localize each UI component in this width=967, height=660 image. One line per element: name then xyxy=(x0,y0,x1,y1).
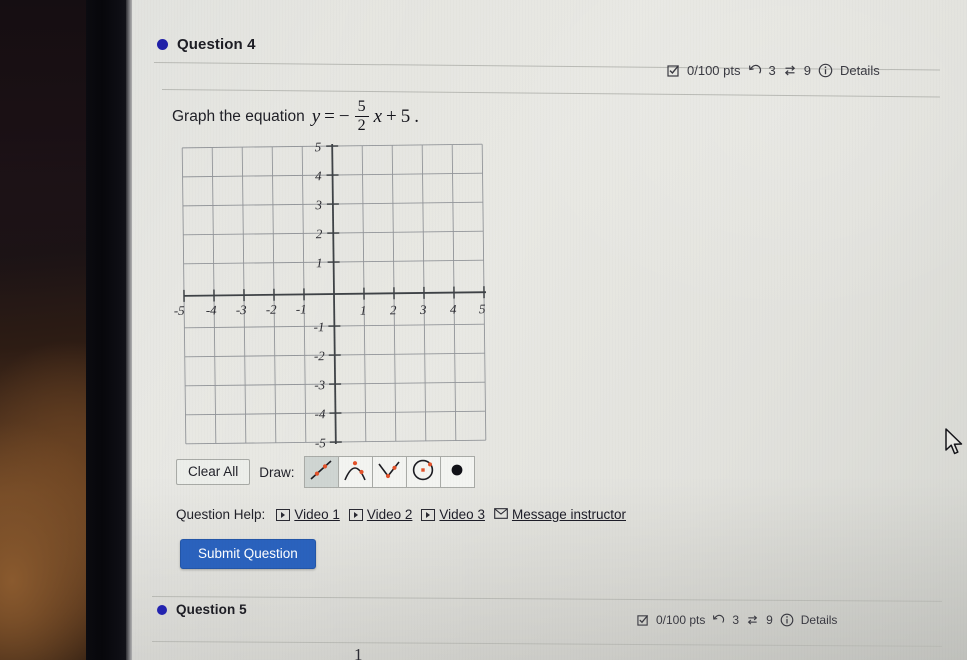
svg-text:-2: -2 xyxy=(266,302,278,317)
fraction-numerator: 5 xyxy=(357,98,366,115)
question-help-label: Question Help: xyxy=(176,507,266,522)
question-status-bullet-icon xyxy=(157,39,168,50)
question-4-stats: 0/100 pts 3 9 Details xyxy=(667,63,880,78)
svg-text:2: 2 xyxy=(316,226,323,241)
divider-below-question-5 xyxy=(151,641,942,647)
play-video-icon xyxy=(348,508,363,521)
question-5-stats: 0/100 pts 3 9 Details xyxy=(637,613,837,627)
svg-text:-4: -4 xyxy=(206,302,218,317)
svg-text:5: 5 xyxy=(315,139,322,154)
svg-text:1: 1 xyxy=(360,303,367,318)
prompt-text: Graph the equation xyxy=(172,107,305,125)
draw-tool-group xyxy=(303,456,475,488)
message-instructor-link[interactable]: Message instructor xyxy=(494,507,626,522)
question-5-header: Question 5 xyxy=(157,602,247,617)
clear-all-button[interactable]: Clear All xyxy=(176,459,251,485)
svg-text:-5: -5 xyxy=(315,435,327,450)
svg-text:4: 4 xyxy=(315,168,322,183)
question-prompt: Graph the equation y = − 5 2 x + 5 . xyxy=(172,99,419,134)
video-1-link[interactable]: Video 1 xyxy=(276,507,340,522)
question-4-retries: 9 xyxy=(803,63,811,78)
equation-fraction: 5 2 xyxy=(354,98,369,135)
question-5-details-link[interactable]: Details xyxy=(801,613,838,627)
svg-text:-3: -3 xyxy=(236,302,248,317)
equation-variable: x xyxy=(373,105,383,127)
equation-plus: + xyxy=(386,105,397,127)
draw-toolbar: Clear All Draw: xyxy=(176,456,475,488)
svg-text:4: 4 xyxy=(450,302,457,317)
video-2-label: Video 2 xyxy=(366,507,413,522)
question-status-bullet-icon xyxy=(157,604,167,615)
info-circle-icon[interactable] xyxy=(780,613,794,627)
screen-area: Question 4 0/100 pts 3 9 Details Graph t… xyxy=(132,0,967,660)
equation-constant: 5 xyxy=(400,105,411,127)
parabola-down-icon xyxy=(342,458,368,487)
swap-arrows-icon xyxy=(746,614,759,626)
svg-text:5: 5 xyxy=(479,301,486,316)
draw-absolute-value-tool[interactable] xyxy=(371,456,407,488)
checkbox-icon xyxy=(667,64,680,77)
svg-text:1: 1 xyxy=(316,255,323,270)
question-4-attempts: 3 xyxy=(768,63,776,78)
svg-text:-5: -5 xyxy=(174,303,185,318)
cut-off-text: 1 xyxy=(354,645,363,660)
equation: y = − 5 2 x + 5 . xyxy=(312,99,419,134)
draw-circle-tool[interactable] xyxy=(405,456,441,488)
assignment-page: Question 4 0/100 pts 3 9 Details Graph t… xyxy=(132,0,967,660)
fraction-denominator: 2 xyxy=(357,117,366,135)
question-5-points: 0/100 pts xyxy=(656,613,706,627)
equation-lhs: y xyxy=(311,105,321,127)
line-segment-icon xyxy=(308,458,334,487)
question-5-retries: 9 xyxy=(766,613,773,627)
draw-point-tool[interactable] xyxy=(439,456,475,488)
draw-label: Draw: xyxy=(259,464,295,480)
question-4-details-link[interactable]: Details xyxy=(840,63,880,78)
svg-text:2: 2 xyxy=(390,302,397,317)
graph-canvas[interactable]: -5 -4 -3 -2 -1 1 2 3 4 5 5 4 3 2 1 -1 -2… xyxy=(174,138,499,450)
v-shape-icon xyxy=(376,458,402,487)
question-4-title: Question 4 xyxy=(177,36,256,53)
play-video-icon xyxy=(276,508,291,521)
svg-text:-1: -1 xyxy=(296,301,307,316)
draw-line-tool[interactable] xyxy=(303,456,339,488)
submit-question-button[interactable]: Submit Question xyxy=(180,539,316,569)
equation-period: . xyxy=(414,105,419,127)
draw-parabola-down-tool[interactable] xyxy=(337,456,373,488)
svg-text:-2: -2 xyxy=(314,348,326,363)
swap-arrows-icon xyxy=(783,64,797,77)
play-video-icon xyxy=(421,508,436,521)
svg-text:-1: -1 xyxy=(313,319,324,334)
question-4-points: 0/100 pts xyxy=(687,63,741,78)
undo-arrow-icon xyxy=(712,614,725,626)
undo-arrow-icon xyxy=(748,64,762,77)
svg-text:-4: -4 xyxy=(315,406,327,421)
info-circle-icon[interactable] xyxy=(818,63,833,78)
svg-text:3: 3 xyxy=(314,197,322,212)
video-3-label: Video 3 xyxy=(439,507,485,522)
question-5-attempts: 3 xyxy=(732,613,740,627)
checkbox-icon xyxy=(637,614,649,626)
equation-minus-sign: − xyxy=(338,105,350,127)
svg-text:3: 3 xyxy=(419,302,427,317)
svg-text:-3: -3 xyxy=(314,377,326,392)
divider-above-question-5 xyxy=(151,596,942,602)
message-instructor-label: Message instructor xyxy=(511,507,626,522)
video-3-link[interactable]: Video 3 xyxy=(421,507,485,522)
divider-below-stats xyxy=(161,89,940,98)
circle-with-center-icon xyxy=(410,458,436,487)
video-2-link[interactable]: Video 2 xyxy=(348,507,413,522)
filled-dot-icon xyxy=(444,458,470,487)
video-1-label: Video 1 xyxy=(294,507,340,522)
equation-equals: = xyxy=(324,105,335,127)
question-help-row: Question Help: Video 1 Video 2 Video 3 M… xyxy=(176,507,626,522)
envelope-icon xyxy=(494,507,508,522)
question-4-header: Question 4 xyxy=(157,36,256,53)
mouse-cursor xyxy=(944,428,966,463)
question-5-title: Question 5 xyxy=(176,602,247,617)
